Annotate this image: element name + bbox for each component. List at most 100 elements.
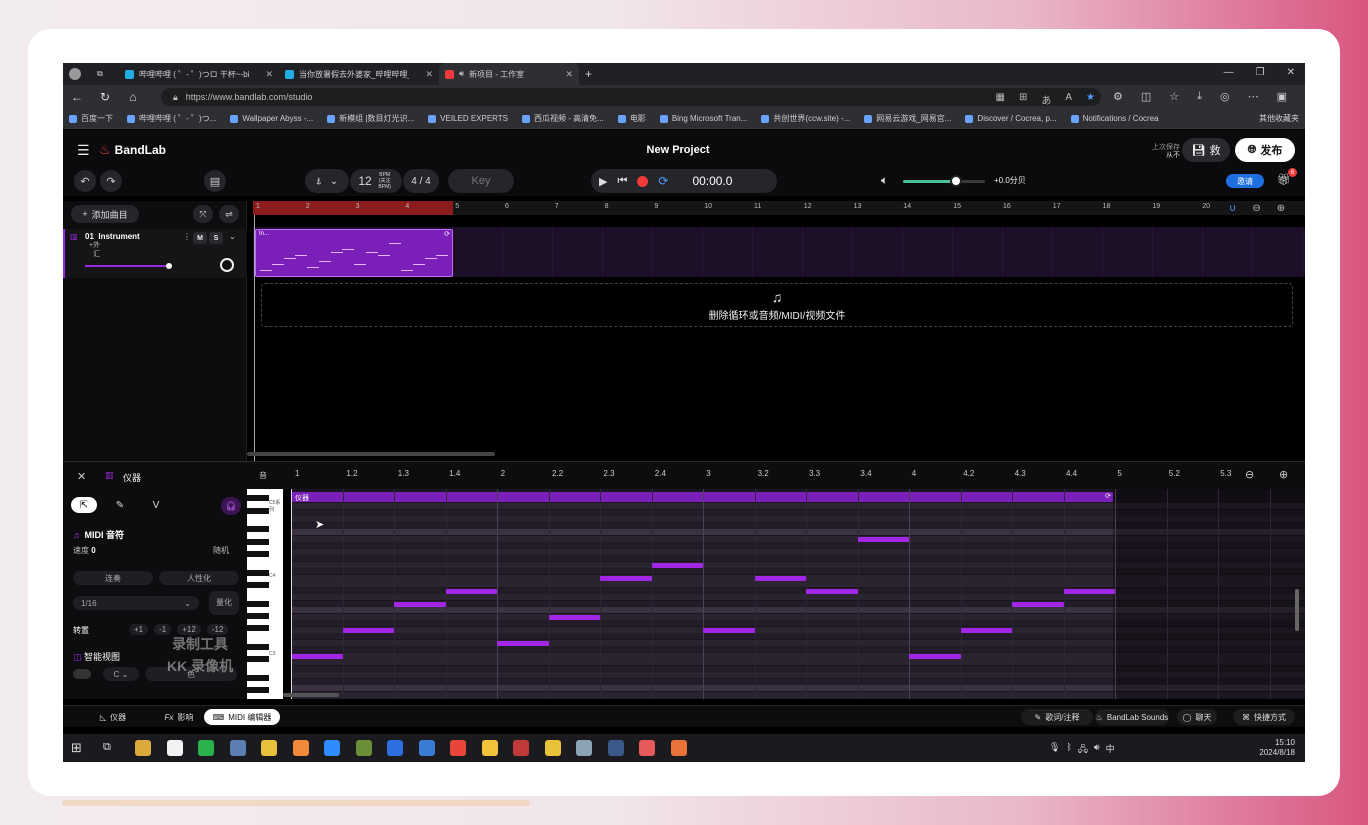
magnet-icon[interactable]: ∪	[1229, 203, 1236, 214]
headphone-icon[interactable]: 🎧︎	[221, 497, 241, 515]
volume-icon[interactable]: 🔈︎	[881, 173, 888, 188]
taskbar-app-icon[interactable]	[639, 740, 655, 756]
arrangement-area[interactable]: In... ⟳ ♫ 删除循环或音频/MIDI/视频文件	[253, 215, 1305, 461]
minimize-icon[interactable]: —	[1224, 67, 1234, 78]
shortcuts-button[interactable]: ⌘ 快捷方式	[1233, 709, 1295, 725]
midi-note[interactable]	[497, 641, 549, 646]
sidebar-icon[interactable]: ▣	[1277, 90, 1287, 103]
taskbar-app-icon[interactable]	[544, 740, 561, 756]
chevron-down-icon[interactable]: ⌄	[229, 232, 236, 241]
mixer-icon[interactable]: ▤	[204, 170, 226, 192]
key-selector[interactable]: Key	[448, 169, 514, 193]
midi-note[interactable]	[600, 576, 652, 581]
restore-icon[interactable]: ❐	[1256, 67, 1265, 78]
taskbar-app-icon[interactable]	[261, 740, 277, 756]
metronome-toggle[interactable]: ⍋ ⌄	[305, 169, 349, 193]
midi-note[interactable]	[1012, 602, 1064, 607]
bottom-tab-midi-editor[interactable]: ⌨ MIDI 编辑器	[204, 709, 280, 725]
note-name-toggle-icon[interactable]: 音	[259, 470, 267, 481]
taskbar-app-icon[interactable]	[135, 740, 151, 756]
save-button[interactable]: 💾︎ 救	[1182, 138, 1230, 162]
bottom-tab-instrument[interactable]: ◺ 仪器	[91, 709, 135, 725]
midi-note[interactable]	[754, 576, 806, 581]
black-key[interactable]	[247, 613, 269, 619]
download-icon[interactable]: ⤓	[1197, 90, 1202, 103]
new-tab-button[interactable]: +	[579, 63, 607, 85]
task-view-icon[interactable]: ⧉	[103, 741, 111, 754]
black-key[interactable]	[247, 600, 269, 607]
bookmark-item[interactable]: Discover / Cocrea, p...	[965, 114, 1057, 123]
network-icon[interactable]: 🖧︎	[1078, 742, 1088, 758]
bookmark-item[interactable]: 共创世界(ccw.site) -...	[761, 113, 850, 124]
taskbar-app-icon[interactable]	[513, 740, 529, 756]
redo-icon[interactable]: ↷	[100, 170, 122, 192]
loop-icon[interactable]: ⟳	[1105, 492, 1111, 500]
beat-ruler[interactable]: 1 1.2 1.3 1.4 2 2.2 2.3 2.4 3 3.2 3.3 3.4 4 4.2 4.3 4.4…	[283, 461, 1247, 489]
taskbar-app-icon[interactable]	[576, 740, 592, 756]
bookmark-item[interactable]: VEILED EXPERTS	[428, 114, 508, 123]
close-icon[interactable]: ✕	[425, 69, 433, 80]
transpose-button[interactable]: +1	[129, 624, 149, 635]
midi-clip[interactable]: In... ⟳	[255, 229, 453, 277]
clock[interactable]: 15:10 2024/8/18	[1251, 738, 1295, 758]
taskbar-app-icon[interactable]	[481, 740, 498, 756]
black-key[interactable]	[247, 687, 269, 694]
back-icon[interactable]: ←	[63, 90, 91, 104]
close-icon[interactable]: ✕	[77, 470, 86, 483]
bandlab-logo[interactable]: ♨ BandLab	[99, 142, 166, 158]
bookmark-item[interactable]: Bing Microsoft Tran...	[659, 114, 747, 123]
smart-view-toggle[interactable]	[73, 669, 91, 679]
track-volume-knob[interactable]	[166, 263, 172, 269]
midi-note[interactable]	[703, 628, 755, 633]
quantize-button[interactable]: 量化	[209, 591, 239, 615]
zoom-in-icon[interactable]: ⊕	[1277, 203, 1285, 214]
automation-icon[interactable]: ⤧	[193, 205, 213, 223]
taskbar-app-icon[interactable]	[387, 740, 403, 756]
bluetooth-icon[interactable]: ᛒ	[1066, 742, 1071, 758]
midi-note[interactable]	[291, 654, 343, 659]
time-signature[interactable]: 4 / 4	[403, 169, 439, 193]
solo-button[interactable]: S	[209, 232, 223, 244]
track-row[interactable]: ▥ 01 Instrument +外 汇 ⋮ M S ⌄	[63, 229, 247, 278]
black-key[interactable]	[247, 526, 269, 533]
bookmark-item[interactable]: 百度一下	[69, 113, 113, 124]
record-icon[interactable]	[637, 175, 649, 187]
chat-button[interactable]: ◯ 聊天	[1177, 709, 1217, 725]
taskbar-app-icon[interactable]	[324, 740, 340, 756]
midi-note[interactable]	[342, 628, 394, 633]
bookmark-item[interactable]: 哔哩哔哩 ( ゜- ゜)つ...	[127, 113, 216, 124]
bookmark-item[interactable]: 电影	[617, 113, 646, 124]
taskbar-app-icon[interactable]	[292, 740, 309, 756]
bottom-tab-effects[interactable]: Fx 影响	[157, 709, 201, 725]
split-screen-icon[interactable]: ◫	[1141, 90, 1151, 103]
drop-zone[interactable]: ♫ 删除循环或音频/MIDI/视频文件	[261, 283, 1293, 327]
smart-key-select[interactable]: C ⌄	[103, 667, 139, 681]
taskbar-app-icon[interactable]	[229, 740, 246, 756]
publish-button[interactable]: 🌐︎ 发布	[1235, 138, 1295, 162]
menu-icon[interactable]: ☰	[77, 142, 90, 159]
bookmark-item[interactable]: Notifications / Cocrea	[1070, 114, 1159, 123]
read-aloud-icon[interactable]: A	[1065, 92, 1072, 107]
black-key[interactable]	[247, 675, 269, 681]
bpm-field[interactable]: 12 BPM (关注 BPM)	[350, 169, 402, 193]
ime-indicator[interactable]: 中	[1106, 742, 1115, 758]
bookmark-item[interactable]: 网易云游戏_网易官...	[864, 113, 951, 124]
humanize-button[interactable]: 人性化	[159, 571, 239, 585]
collections-icon[interactable]: ☆	[1169, 90, 1179, 103]
midi-note[interactable]	[960, 628, 1012, 633]
legato-button[interactable]: 连奏	[73, 571, 153, 585]
black-key[interactable]	[247, 551, 269, 557]
mic-icon[interactable]: 🎙︎	[1049, 742, 1060, 758]
speaker-icon[interactable]: 🔊︎	[1094, 742, 1100, 758]
loop-region[interactable]	[253, 201, 453, 215]
black-key[interactable]	[247, 644, 269, 650]
pointer-tool[interactable]: ⇱	[71, 497, 97, 513]
black-key[interactable]	[247, 656, 269, 663]
loop-icon[interactable]: ⟳	[444, 230, 450, 238]
refresh-icon[interactable]: ↻	[91, 90, 119, 104]
url-field[interactable]: 🔒︎ https://www.bandlab.com/studio ▦ ⊞ あ …	[161, 88, 1101, 107]
bookmark-item[interactable]: Wallpaper Abyss -...	[230, 114, 313, 123]
translate-icon[interactable]: あ	[1041, 92, 1051, 107]
tab-actions-icon[interactable]: ⧉	[91, 63, 119, 85]
games-icon[interactable]: ◎	[1220, 90, 1230, 103]
